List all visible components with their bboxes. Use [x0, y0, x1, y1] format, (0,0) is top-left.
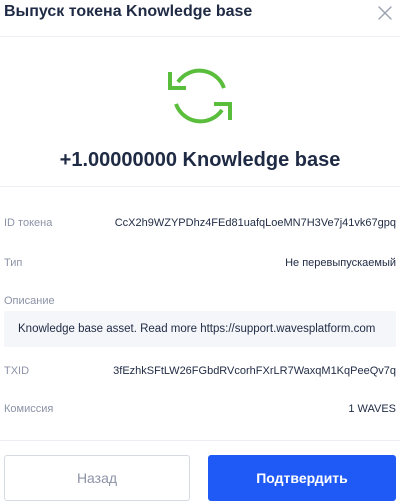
- token-id-label: ID токена: [4, 217, 53, 229]
- token-id-value: CcX2h9WZYPDhz4FEd81uafqLoeMN7H3Ve7j41vk6…: [114, 217, 396, 229]
- close-icon: [378, 6, 392, 20]
- back-button[interactable]: Назад: [4, 455, 190, 501]
- dialog-title: Выпуск токена Knowledge base: [4, 3, 253, 20]
- details-list: ID токена CcX2h9WZYPDhz4FEd81uafqLoeMN7H…: [0, 186, 400, 415]
- description-value: Knowledge base asset. Read more https://…: [4, 311, 396, 347]
- refresh-icon: [162, 58, 238, 134]
- fee-value: 1 WAVES: [348, 403, 396, 415]
- type-value: Не перевыпускаемый: [285, 257, 396, 269]
- fee-label: Комиссия: [4, 403, 54, 415]
- txid-label: TXID: [4, 365, 30, 377]
- dialog-header: Выпуск токена Knowledge base: [0, 0, 400, 37]
- issue-amount: +1.00000000 Knowledge base: [59, 149, 341, 171]
- txid-value: 3fEzhkSFtLW26FGbdRVcorhFXrLR7WaxqM1KqPee…: [113, 365, 396, 377]
- confirm-button[interactable]: Подтвердить: [208, 455, 396, 501]
- type-label: Тип: [4, 257, 23, 269]
- footer-divider: [0, 440, 400, 441]
- description-label: Описание: [4, 295, 55, 307]
- close-button[interactable]: [374, 2, 396, 24]
